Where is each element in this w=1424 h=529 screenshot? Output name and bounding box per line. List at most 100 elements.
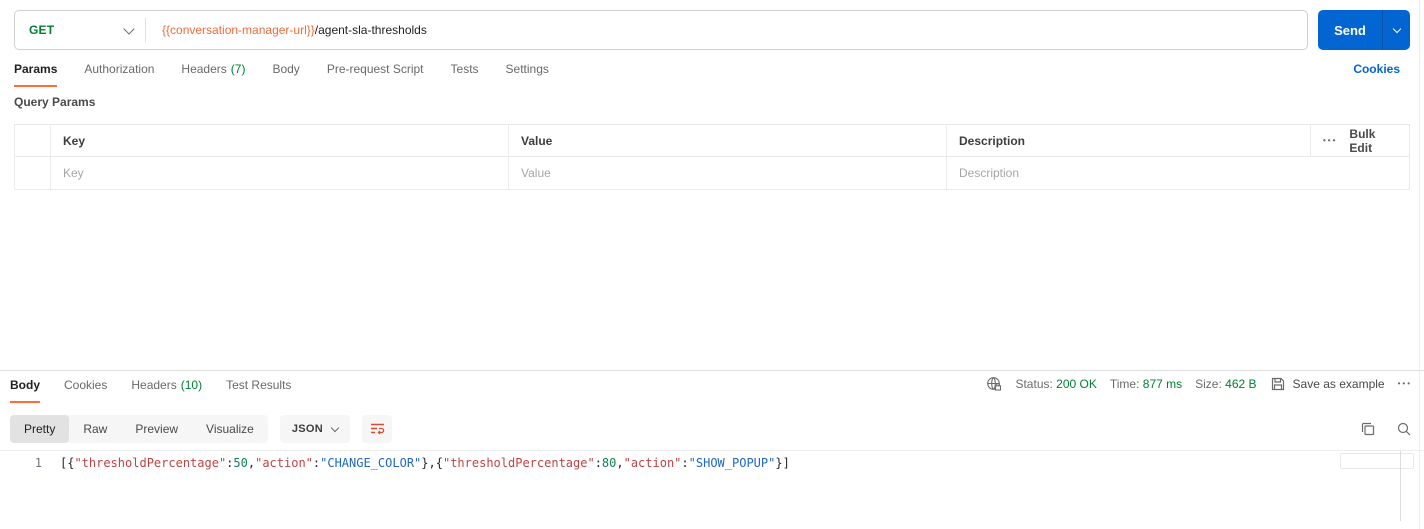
query-params-table: Key Value Description ••• Bulk Edit	[14, 124, 1410, 190]
query-params-title: Query Params	[14, 95, 96, 109]
response-tabs: Body Cookies Headers (10) Test Results	[10, 378, 291, 403]
table-input-row	[15, 157, 1409, 189]
response-headers-count-badge: (10)	[180, 378, 203, 392]
search-icon[interactable]	[1396, 421, 1412, 437]
tab-authorization[interactable]: Authorization	[84, 62, 154, 87]
tab-label: Body	[272, 62, 300, 76]
row-end-cell	[1311, 157, 1409, 189]
chevron-down-icon	[1392, 24, 1401, 33]
tab-label: Settings	[505, 62, 549, 76]
save-as-example-label: Save as example	[1292, 377, 1385, 391]
tab-test-results[interactable]: Test Results	[226, 378, 291, 403]
response-header: Body Cookies Headers (10) Test Results St…	[10, 376, 1412, 403]
save-icon	[1271, 377, 1284, 391]
line-number: 1	[34, 456, 42, 470]
headers-count-badge: (7)	[230, 62, 246, 76]
json-token: "CHANGE_COLOR"	[320, 456, 422, 470]
status-badge[interactable]: Status: 200 OK	[1015, 377, 1096, 391]
tab-label: Headers	[131, 378, 177, 392]
json-token: "thresholdPercentage"	[74, 456, 227, 470]
chevron-down-icon	[330, 423, 340, 432]
tab-pre-request-script[interactable]: Pre-request Script	[327, 62, 424, 87]
tab-response-body[interactable]: Body	[10, 378, 40, 403]
row-checkbox-cell	[15, 157, 51, 189]
view-tab-raw[interactable]: Raw	[69, 415, 121, 443]
bulk-edit-button[interactable]: Bulk Edit	[1349, 127, 1393, 155]
json-token: [{	[60, 456, 75, 470]
size-badge[interactable]: Size: 462 B	[1195, 377, 1256, 391]
tab-body[interactable]: Body	[272, 62, 299, 87]
value-column-header: Value	[509, 125, 947, 156]
request-bar: GET {{conversation-manager-url}}/agent-s…	[14, 10, 1410, 50]
send-button-group: Send	[1318, 10, 1410, 50]
request-response-divider	[0, 370, 1424, 371]
description-input[interactable]	[959, 166, 1299, 180]
tab-settings[interactable]: Settings	[506, 62, 549, 87]
json-token: "action"	[623, 456, 682, 470]
view-tab-pretty[interactable]: Pretty	[10, 415, 70, 443]
key-column-header: Key	[51, 125, 509, 156]
tab-label: Test Results	[226, 378, 292, 392]
value-input[interactable]	[521, 166, 934, 180]
key-input[interactable]	[63, 166, 496, 180]
language-label: JSON	[291, 423, 324, 435]
network-info-icon[interactable]	[986, 376, 1002, 392]
bulk-edit-cell: ••• Bulk Edit	[1311, 125, 1409, 156]
json-token: "action"	[255, 456, 313, 470]
language-select[interactable]: JSON	[279, 415, 351, 443]
request-url-box: GET {{conversation-manager-url}}/agent-s…	[14, 10, 1308, 50]
tab-response-cookies[interactable]: Cookies	[64, 378, 107, 403]
time-badge[interactable]: Time: 877 ms	[1110, 377, 1182, 391]
json-token: "SHOW_POPUP"	[688, 456, 776, 470]
cookies-link[interactable]: Cookies	[1353, 62, 1400, 76]
tab-label: Authorization	[84, 62, 155, 76]
more-options-icon[interactable]: •••	[1323, 136, 1337, 145]
wrap-lines-button[interactable]	[362, 415, 393, 443]
method-select[interactable]: GET	[15, 22, 145, 37]
request-tabs: Params Authorization Headers (7) Body Pre…	[14, 62, 1400, 89]
wrap-lines-icon	[370, 423, 384, 435]
response-toolbar: Pretty Raw Preview Visualize JSON	[10, 414, 1412, 444]
method-label: GET	[29, 23, 55, 37]
window-right-edge	[1419, 0, 1420, 529]
url-input[interactable]: {{conversation-manager-url}}/agent-sla-t…	[146, 23, 427, 37]
response-meta: Status: 200 OK Time: 877 ms Size: 462 B …	[986, 376, 1412, 392]
description-column-header: Description	[947, 125, 1311, 156]
send-button[interactable]: Send	[1318, 10, 1382, 50]
chevron-down-icon	[123, 22, 135, 35]
view-tab-visualize[interactable]: Visualize	[192, 415, 268, 443]
editor-right-border	[1400, 451, 1401, 521]
save-as-example-button[interactable]: Save as example	[1270, 376, 1385, 392]
size-value: 462 B	[1225, 377, 1257, 391]
copy-icon[interactable]	[1360, 421, 1376, 437]
json-token: },{	[421, 456, 443, 470]
url-path: /agent-sla-thresholds	[314, 23, 427, 37]
response-view-switcher: Pretty Raw Preview Visualize	[10, 415, 268, 443]
response-json-line: [{"thresholdPercentage":50,"action":"CHA…	[60, 456, 790, 470]
value-cell	[509, 157, 947, 189]
tab-label: Cookies	[64, 378, 108, 392]
editor-scroll-corner	[1340, 453, 1414, 469]
send-options-button[interactable]	[1383, 10, 1410, 50]
tab-response-headers[interactable]: Headers (10)	[131, 378, 202, 403]
json-token: :	[681, 456, 689, 470]
postman-request-view: GET {{conversation-manager-url}}/agent-s…	[0, 0, 1424, 529]
tab-label: Params	[14, 62, 58, 76]
response-toolbar-right	[1360, 421, 1412, 437]
url-environment-variable: {{conversation-manager-url}}	[162, 23, 315, 37]
response-body-editor[interactable]: 1 [{"thresholdPercentage":50,"action":"C…	[0, 450, 1424, 529]
json-token: 80	[601, 456, 617, 470]
description-cell	[947, 157, 1311, 189]
json-token: "thresholdPercentage"	[442, 456, 595, 470]
json-token: 50	[233, 456, 248, 470]
json-token: ,	[247, 456, 256, 470]
tab-label: Body	[10, 378, 40, 392]
time-value: 877 ms	[1142, 377, 1183, 391]
tab-params[interactable]: Params	[14, 62, 58, 87]
json-token: }]	[775, 456, 790, 470]
view-tab-preview[interactable]: Preview	[121, 415, 192, 443]
tab-tests[interactable]: Tests	[451, 62, 479, 87]
tab-label: Pre-request Script	[326, 62, 424, 76]
response-more-options-icon[interactable]: •••	[1398, 380, 1412, 388]
tab-headers[interactable]: Headers (7)	[181, 62, 245, 87]
